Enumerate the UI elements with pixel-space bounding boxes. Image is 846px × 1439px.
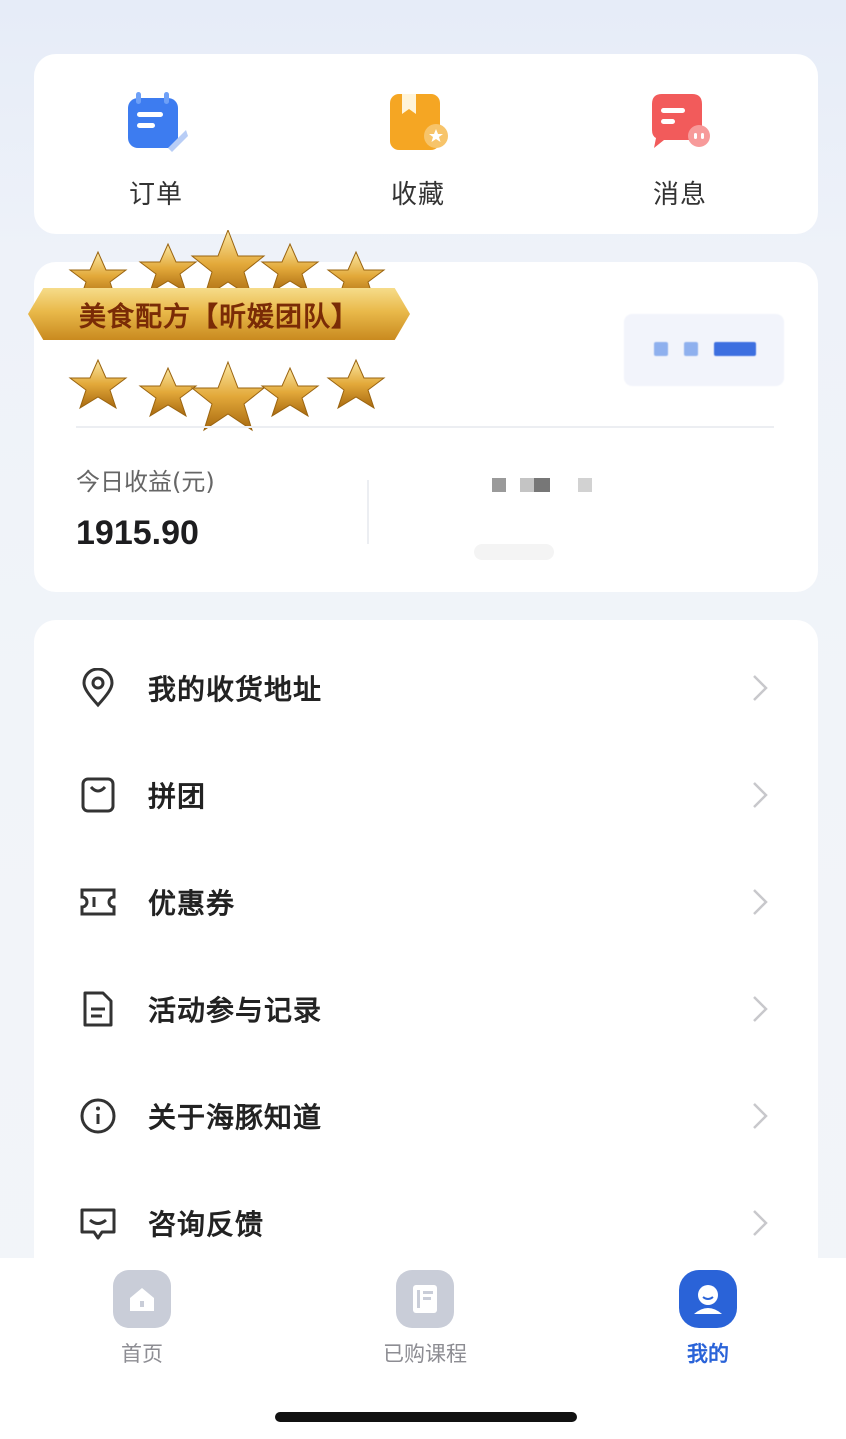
team-badge: 美食配方【昕媛团队】 xyxy=(28,230,418,440)
shopping-bag-icon xyxy=(78,775,118,815)
earnings-card: 美食配方【昕媛团队】 今日收益(元) 1915.90 xyxy=(28,230,818,592)
tab-home[interactable]: 首页 xyxy=(72,1270,212,1368)
tab-mine[interactable]: 我的 xyxy=(638,1270,778,1368)
menu-item-coupons[interactable]: 优惠券 xyxy=(34,854,818,961)
quick-action-orders[interactable]: 订单 xyxy=(96,90,216,211)
book-icon xyxy=(396,1270,454,1328)
location-pin-icon xyxy=(78,667,118,708)
chevron-right-icon xyxy=(750,780,770,810)
divider xyxy=(76,426,774,428)
earnings-value: 1915.90 xyxy=(76,514,199,552)
blurred-tag xyxy=(624,314,784,386)
quick-action-label: 订单 xyxy=(128,180,183,210)
badge-text: 美食配方【昕媛团队】 xyxy=(79,301,359,333)
menu-item-label: 优惠券 xyxy=(148,887,236,920)
chevron-right-icon xyxy=(750,994,770,1024)
chevron-right-icon xyxy=(750,1101,770,1131)
menu-item-address[interactable]: 我的收货地址 xyxy=(34,640,818,747)
quick-action-label: 消息 xyxy=(652,180,707,210)
tab-label: 首页 xyxy=(121,1342,163,1366)
coupon-icon xyxy=(78,882,118,922)
favorites-icon xyxy=(386,90,450,154)
divider xyxy=(367,480,369,544)
chevron-right-icon xyxy=(750,887,770,917)
home-indicator xyxy=(275,1412,577,1422)
quick-action-messages[interactable]: 消息 xyxy=(620,90,740,211)
info-icon xyxy=(78,1096,118,1136)
chat-icon xyxy=(78,1203,118,1243)
earnings-label: 今日收益(元) xyxy=(76,468,215,496)
menu-item-label: 关于海豚知道 xyxy=(148,1101,323,1134)
menu-list: 我的收货地址 拼团 优惠券 活动参与记录 关于海豚知道 咨询反馈 xyxy=(34,620,818,1300)
chevron-right-icon xyxy=(750,673,770,703)
menu-item-group-buy[interactable]: 拼团 xyxy=(34,747,818,854)
home-icon xyxy=(113,1270,171,1328)
quick-action-label: 收藏 xyxy=(390,180,445,210)
tab-purchased-courses[interactable]: 已购课程 xyxy=(355,1270,495,1368)
blurred-stat xyxy=(474,544,554,560)
order-icon xyxy=(124,90,188,154)
quick-action-favorites[interactable]: 收藏 xyxy=(358,90,478,211)
tab-label: 已购课程 xyxy=(383,1342,467,1366)
profile-icon xyxy=(679,1270,737,1328)
blurred-stat xyxy=(490,476,610,496)
menu-item-label: 咨询反馈 xyxy=(148,1208,265,1241)
message-icon xyxy=(648,90,712,154)
quick-actions-card: 订单 收藏 消息 xyxy=(34,54,818,234)
menu-item-activity-records[interactable]: 活动参与记录 xyxy=(34,961,818,1068)
menu-item-label: 拼团 xyxy=(148,780,207,813)
document-icon xyxy=(78,989,118,1029)
badge-ribbon: 美食配方【昕媛团队】 xyxy=(28,288,410,340)
menu-item-label: 我的收货地址 xyxy=(148,673,323,706)
chevron-right-icon xyxy=(750,1208,770,1238)
tab-label: 我的 xyxy=(687,1342,729,1366)
menu-item-about[interactable]: 关于海豚知道 xyxy=(34,1068,818,1175)
menu-item-label: 活动参与记录 xyxy=(148,994,323,1027)
